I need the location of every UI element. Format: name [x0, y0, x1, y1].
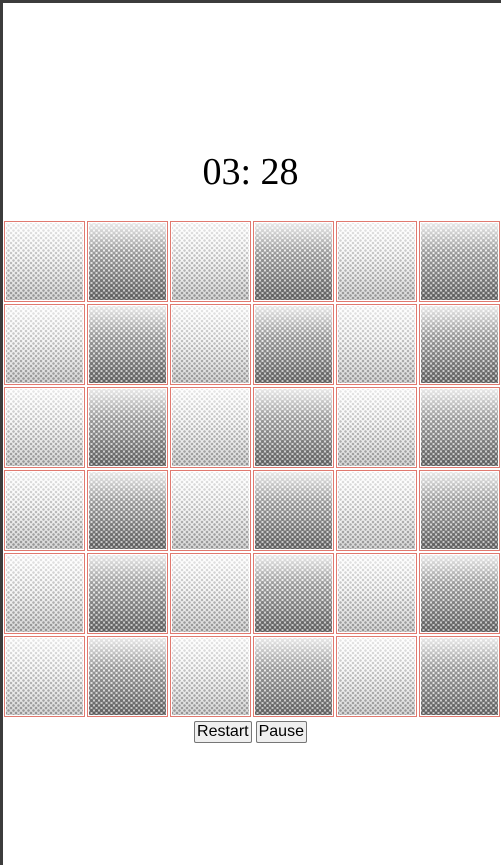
- board-tile[interactable]: [419, 553, 500, 634]
- tile-back-pattern: [255, 472, 332, 549]
- board-tile[interactable]: [336, 387, 417, 468]
- tile-back-pattern: [338, 555, 415, 632]
- tile-back-pattern: [6, 306, 83, 383]
- tile-back-pattern: [421, 555, 498, 632]
- tile-back-pattern: [89, 472, 166, 549]
- restart-button[interactable]: Restart: [194, 721, 252, 743]
- board-tile[interactable]: [419, 636, 500, 717]
- board-tile[interactable]: [87, 470, 168, 551]
- board-tile[interactable]: [253, 221, 334, 302]
- board-tile[interactable]: [419, 304, 500, 385]
- board-tile[interactable]: [419, 387, 500, 468]
- board-tile[interactable]: [87, 221, 168, 302]
- window-top-edge: [0, 0, 501, 3]
- board-tile[interactable]: [253, 387, 334, 468]
- board-tile[interactable]: [4, 470, 85, 551]
- board-tile[interactable]: [170, 470, 251, 551]
- tile-back-pattern: [6, 638, 83, 715]
- tile-back-pattern: [172, 638, 249, 715]
- board-tile[interactable]: [4, 387, 85, 468]
- tile-back-pattern: [255, 389, 332, 466]
- board-tile[interactable]: [170, 553, 251, 634]
- tile-back-pattern: [89, 223, 166, 300]
- board-tile[interactable]: [87, 553, 168, 634]
- board-tile[interactable]: [253, 304, 334, 385]
- tile-back-pattern: [172, 223, 249, 300]
- board-tile[interactable]: [170, 387, 251, 468]
- tile-back-pattern: [172, 555, 249, 632]
- board-tile[interactable]: [4, 553, 85, 634]
- tile-back-pattern: [421, 472, 498, 549]
- pause-button[interactable]: Pause: [255, 721, 307, 743]
- board-tile[interactable]: [4, 304, 85, 385]
- tile-back-pattern: [338, 223, 415, 300]
- board-tile[interactable]: [419, 470, 500, 551]
- board-tile[interactable]: [170, 304, 251, 385]
- tile-back-pattern: [6, 472, 83, 549]
- tile-back-pattern: [6, 223, 83, 300]
- tile-back-pattern: [89, 389, 166, 466]
- board-tile[interactable]: [170, 636, 251, 717]
- tile-back-pattern: [338, 389, 415, 466]
- tile-back-pattern: [421, 223, 498, 300]
- tile-back-pattern: [421, 638, 498, 715]
- tile-back-pattern: [6, 389, 83, 466]
- board-tile[interactable]: [336, 304, 417, 385]
- board-tile[interactable]: [87, 304, 168, 385]
- tile-back-pattern: [255, 223, 332, 300]
- board-tile[interactable]: [87, 636, 168, 717]
- tile-back-pattern: [172, 472, 249, 549]
- countdown-timer: 03: 28: [202, 151, 299, 193]
- board-tile[interactable]: [336, 553, 417, 634]
- tile-back-pattern: [421, 306, 498, 383]
- board-tile[interactable]: [253, 553, 334, 634]
- board-tile[interactable]: [336, 636, 417, 717]
- tile-back-pattern: [338, 306, 415, 383]
- board-tile[interactable]: [336, 221, 417, 302]
- game-controls: Restart Pause: [0, 721, 501, 743]
- board-tile[interactable]: [170, 221, 251, 302]
- board-tile[interactable]: [253, 470, 334, 551]
- tile-back-pattern: [338, 472, 415, 549]
- board-tile[interactable]: [336, 470, 417, 551]
- board-tile[interactable]: [419, 221, 500, 302]
- tile-back-pattern: [89, 555, 166, 632]
- tile-back-pattern: [89, 306, 166, 383]
- tile-back-pattern: [255, 555, 332, 632]
- game-board: [4, 221, 501, 719]
- tile-back-pattern: [172, 389, 249, 466]
- tile-back-pattern: [421, 389, 498, 466]
- board-tile[interactable]: [4, 636, 85, 717]
- board-tile[interactable]: [4, 221, 85, 302]
- tile-back-pattern: [6, 555, 83, 632]
- tile-back-pattern: [338, 638, 415, 715]
- tile-back-pattern: [255, 638, 332, 715]
- tile-back-pattern: [172, 306, 249, 383]
- tile-back-pattern: [255, 306, 332, 383]
- board-tile[interactable]: [253, 636, 334, 717]
- board-tile[interactable]: [87, 387, 168, 468]
- tile-back-pattern: [89, 638, 166, 715]
